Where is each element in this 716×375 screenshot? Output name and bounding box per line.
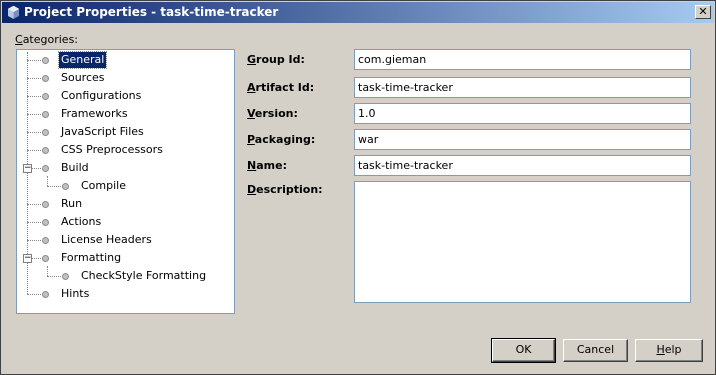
tree-connector-line bbox=[47, 276, 63, 277]
group-id-field[interactable]: com.gieman bbox=[354, 49, 691, 70]
tree-item[interactable]: Run bbox=[17, 196, 232, 212]
group-id-label: Group Id: bbox=[247, 53, 305, 66]
help-button[interactable]: Help bbox=[635, 339, 703, 362]
packaging-field[interactable]: war bbox=[354, 129, 691, 150]
tree-item[interactable]: Hints bbox=[17, 286, 232, 302]
tree-connector-line bbox=[27, 96, 43, 97]
tree-item-label: Run bbox=[61, 197, 83, 210]
tree-item-label: General bbox=[57, 51, 108, 69]
tree-connector-line bbox=[27, 78, 43, 79]
categories-mnemonic: C bbox=[15, 33, 23, 46]
node-bullet-icon bbox=[42, 165, 49, 172]
project-cube-icon bbox=[7, 5, 20, 19]
tree-connector-line bbox=[27, 240, 43, 241]
tree-item[interactable]: Build − bbox=[17, 160, 232, 176]
help-label: elp bbox=[664, 343, 682, 356]
tree-item[interactable]: License Headers bbox=[17, 232, 232, 248]
tree-item-label: Formatting bbox=[61, 251, 122, 264]
window-title: Project Properties - task-time-tracker bbox=[24, 5, 279, 19]
node-bullet-icon bbox=[42, 129, 49, 136]
categories-label: Categories: bbox=[15, 33, 78, 46]
tree-item-label: Build bbox=[61, 161, 89, 174]
version-label: Version: bbox=[247, 107, 298, 120]
tree-item[interactable]: JavaScript Files bbox=[17, 124, 232, 140]
tree-item-label: License Headers bbox=[61, 233, 152, 246]
tree-item-label: CheckStyle Formatting bbox=[81, 269, 207, 282]
description-textarea[interactable] bbox=[354, 181, 691, 303]
close-button[interactable]: ✕ bbox=[695, 5, 711, 19]
name-label: Name: bbox=[247, 159, 287, 172]
node-bullet-icon bbox=[42, 75, 49, 82]
collapse-icon[interactable]: − bbox=[23, 164, 32, 173]
node-bullet-icon bbox=[62, 273, 69, 280]
node-bullet-icon bbox=[42, 93, 49, 100]
tree-connector-line bbox=[27, 222, 43, 223]
version-field[interactable]: 1.0 bbox=[354, 103, 691, 124]
tree-item[interactable]: Compile bbox=[17, 178, 232, 194]
tree-item[interactable]: CheckStyle Formatting bbox=[17, 268, 232, 284]
cancel-button[interactable]: Cancel bbox=[563, 339, 628, 362]
tree-connector-line bbox=[27, 204, 43, 205]
tree-item-label: Configurations bbox=[61, 89, 142, 102]
tree-item[interactable]: Actions bbox=[17, 214, 232, 230]
tree-item[interactable]: CSS Preprocessors bbox=[17, 142, 232, 158]
node-bullet-icon bbox=[42, 57, 49, 64]
help-mnemonic: H bbox=[656, 343, 665, 356]
tree-item-label: Compile bbox=[81, 179, 126, 192]
tree-item[interactable]: General bbox=[17, 51, 232, 69]
project-properties-dialog: Project Properties - task-time-tracker ✕… bbox=[0, 0, 716, 375]
tree-item-label: JavaScript Files bbox=[61, 125, 144, 138]
tree-item-label: CSS Preprocessors bbox=[61, 143, 163, 156]
collapse-icon[interactable]: − bbox=[23, 254, 32, 263]
node-bullet-icon bbox=[42, 255, 49, 262]
packaging-label: Packaging: bbox=[247, 133, 316, 146]
tree-connector-line bbox=[47, 186, 63, 187]
node-bullet-icon bbox=[42, 147, 49, 154]
tree-item-label: Frameworks bbox=[61, 107, 128, 120]
node-bullet-icon bbox=[42, 201, 49, 208]
name-field[interactable]: task-time-tracker bbox=[354, 155, 691, 176]
node-bullet-icon bbox=[42, 291, 49, 298]
tree-item[interactable]: Configurations bbox=[17, 88, 232, 104]
categories-tree[interactable]: General Sources Configurations Frameworks Ja… bbox=[16, 49, 235, 314]
description-label: Description: bbox=[247, 183, 323, 196]
tree-item[interactable]: Frameworks bbox=[17, 106, 232, 122]
node-bullet-icon bbox=[42, 111, 49, 118]
tree-item-label: Sources bbox=[61, 71, 105, 84]
tree-item[interactable]: Formatting − bbox=[17, 250, 232, 266]
tree-connector-line bbox=[27, 150, 43, 151]
tree-connector-line bbox=[27, 132, 43, 133]
ok-button[interactable]: OK bbox=[491, 338, 556, 363]
tree-connector-line bbox=[27, 60, 43, 61]
tree-item-label: Hints bbox=[61, 287, 90, 300]
node-bullet-icon bbox=[42, 219, 49, 226]
categories-label-text: ategories: bbox=[22, 33, 79, 46]
node-bullet-icon bbox=[62, 183, 69, 190]
tree-item-label: Actions bbox=[61, 215, 102, 228]
artifact-id-label: Artifact Id: bbox=[247, 81, 315, 94]
artifact-id-field[interactable]: task-time-tracker bbox=[354, 77, 691, 98]
tree-connector-line bbox=[27, 114, 43, 115]
title-bar[interactable]: Project Properties - task-time-tracker ✕ bbox=[2, 2, 714, 23]
tree-connector-line bbox=[27, 294, 43, 295]
node-bullet-icon bbox=[42, 237, 49, 244]
tree-item[interactable]: Sources bbox=[17, 70, 232, 86]
